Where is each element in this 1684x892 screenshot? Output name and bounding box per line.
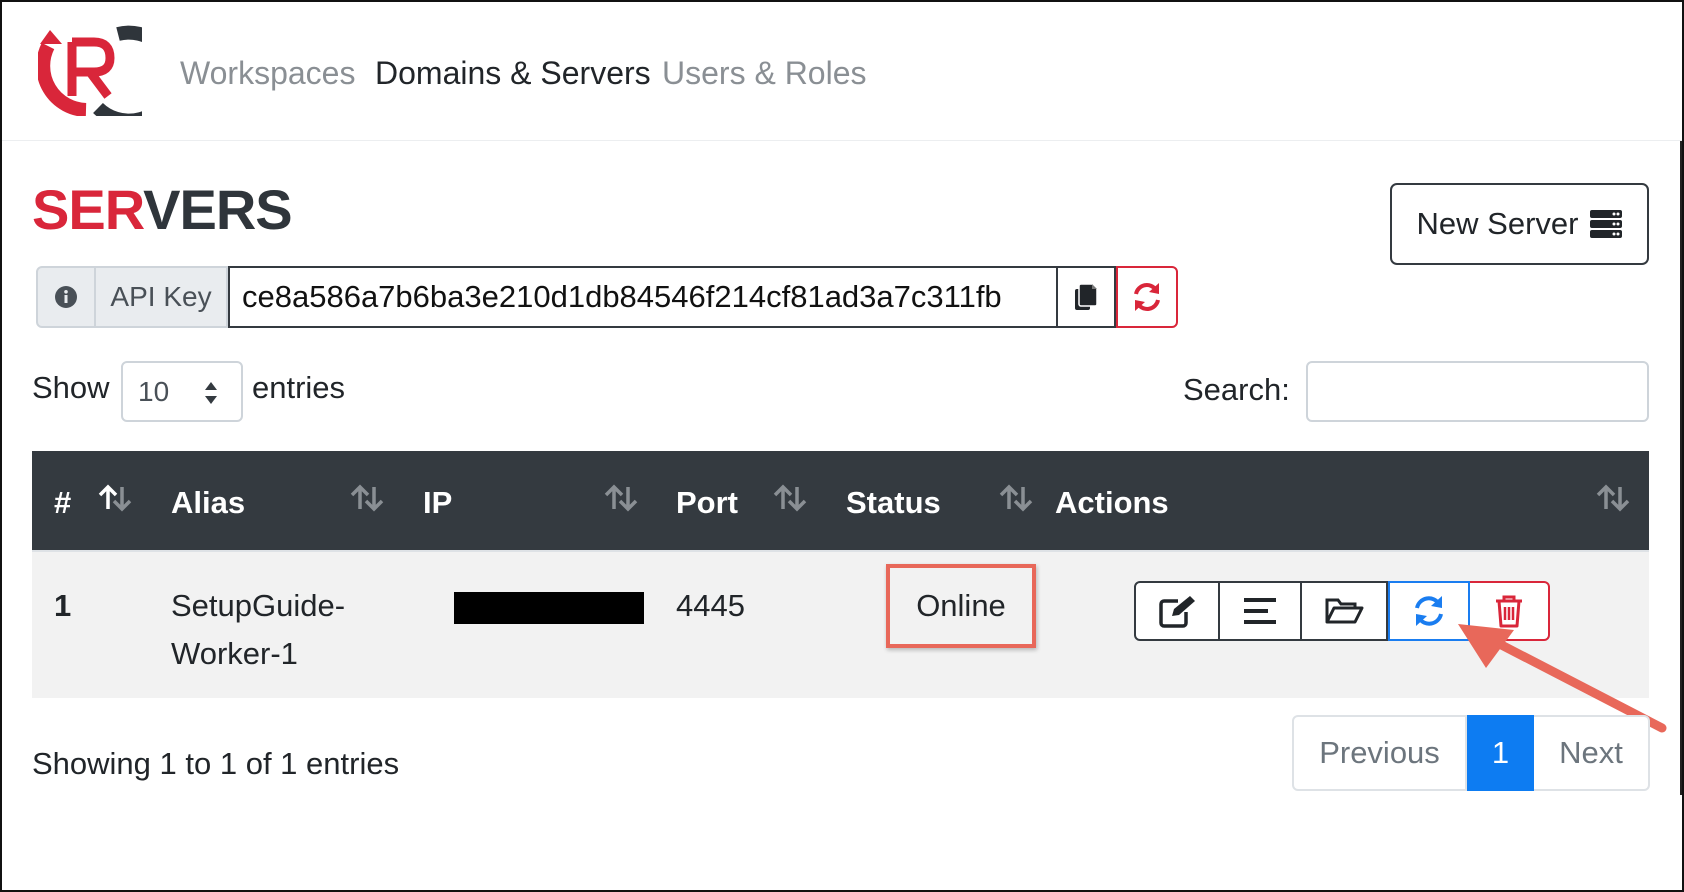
table-header: # Alias IP Port Status Actions — [32, 451, 1649, 550]
pagination-page-1[interactable]: 1 — [1467, 715, 1534, 791]
column-header-alias[interactable]: Alias — [171, 485, 245, 521]
api-key-field[interactable]: ce8a586a7b6ba3e210d1db84546f214cf81ad3a7… — [228, 266, 1058, 328]
pagination-previous[interactable]: Previous — [1292, 715, 1467, 791]
api-info-addon — [36, 266, 96, 328]
column-header-ip[interactable]: IP — [423, 485, 452, 521]
show-label: Show — [32, 370, 110, 405]
browse-files-button[interactable] — [1302, 581, 1388, 641]
info-icon — [55, 286, 77, 308]
column-header-number[interactable]: # — [54, 485, 71, 521]
entries-per-page-select[interactable]: 10 — [121, 361, 243, 422]
table-info: Showing 1 to 1 of 1 entries — [32, 746, 400, 781]
table-row: 1 SetupGuide- Worker-1 4445 Online — [32, 550, 1649, 698]
column-header-status[interactable]: Status — [846, 485, 941, 521]
edit-server-button[interactable] — [1134, 581, 1220, 641]
column-header-port[interactable]: Port — [676, 485, 738, 521]
select-caret-icon — [205, 382, 217, 404]
nav-users-roles[interactable]: Users & Roles — [662, 55, 867, 92]
row-alias-line2: Worker-1 — [171, 636, 298, 671]
sort-icon[interactable] — [348, 483, 386, 513]
sort-icon[interactable] — [1594, 483, 1632, 513]
edit-icon — [1159, 596, 1195, 628]
sort-icon[interactable] — [602, 483, 640, 513]
row-port: 4445 — [676, 588, 745, 623]
api-key-label: API Key — [96, 266, 228, 328]
row-number: 1 — [54, 588, 72, 623]
new-server-button[interactable]: New Server — [1390, 183, 1649, 265]
row-alias-line1: SetupGuide- — [171, 588, 346, 623]
page-title: SERVERS — [32, 178, 293, 242]
row-status: Online — [916, 588, 1006, 623]
page-title-dark: VERS — [143, 178, 292, 241]
status-highlight-box: Online — [886, 564, 1036, 648]
logo[interactable] — [38, 16, 142, 116]
search-label: Search: — [1183, 372, 1290, 407]
refresh-icon — [1134, 283, 1160, 311]
page-title-red: SER — [32, 178, 144, 241]
top-navbar: Workspaces Domains & Servers Users & Rol… — [2, 2, 1682, 141]
copy-api-key-button[interactable] — [1058, 266, 1116, 328]
nav-workspaces[interactable]: Workspaces — [180, 55, 355, 92]
pagination-next[interactable]: Next — [1534, 715, 1650, 791]
pagination: Previous 1 Next — [1292, 715, 1650, 791]
api-key-group: API Key ce8a586a7b6ba3e210d1db84546f214c… — [36, 266, 1178, 328]
copy-icon — [1075, 283, 1098, 310]
search-input[interactable] — [1306, 361, 1649, 422]
sort-ascending-icon[interactable] — [96, 483, 134, 513]
regenerate-api-key-button[interactable] — [1116, 266, 1178, 328]
entries-label: entries — [252, 370, 346, 405]
ip-redacted — [454, 592, 644, 624]
entries-selected-value: 10 — [138, 375, 170, 407]
column-header-actions[interactable]: Actions — [1055, 485, 1169, 521]
list-icon — [1244, 598, 1276, 624]
server-logs-button[interactable] — [1220, 581, 1302, 641]
sort-icon[interactable] — [771, 483, 809, 513]
content-edge — [1680, 140, 1682, 795]
new-server-label: New Server — [1416, 206, 1579, 241]
sort-icon[interactable] — [997, 483, 1035, 513]
folder-open-icon — [1325, 598, 1364, 624]
nav-domains-servers[interactable]: Domains & Servers — [375, 55, 651, 92]
server-icon — [1590, 210, 1623, 238]
